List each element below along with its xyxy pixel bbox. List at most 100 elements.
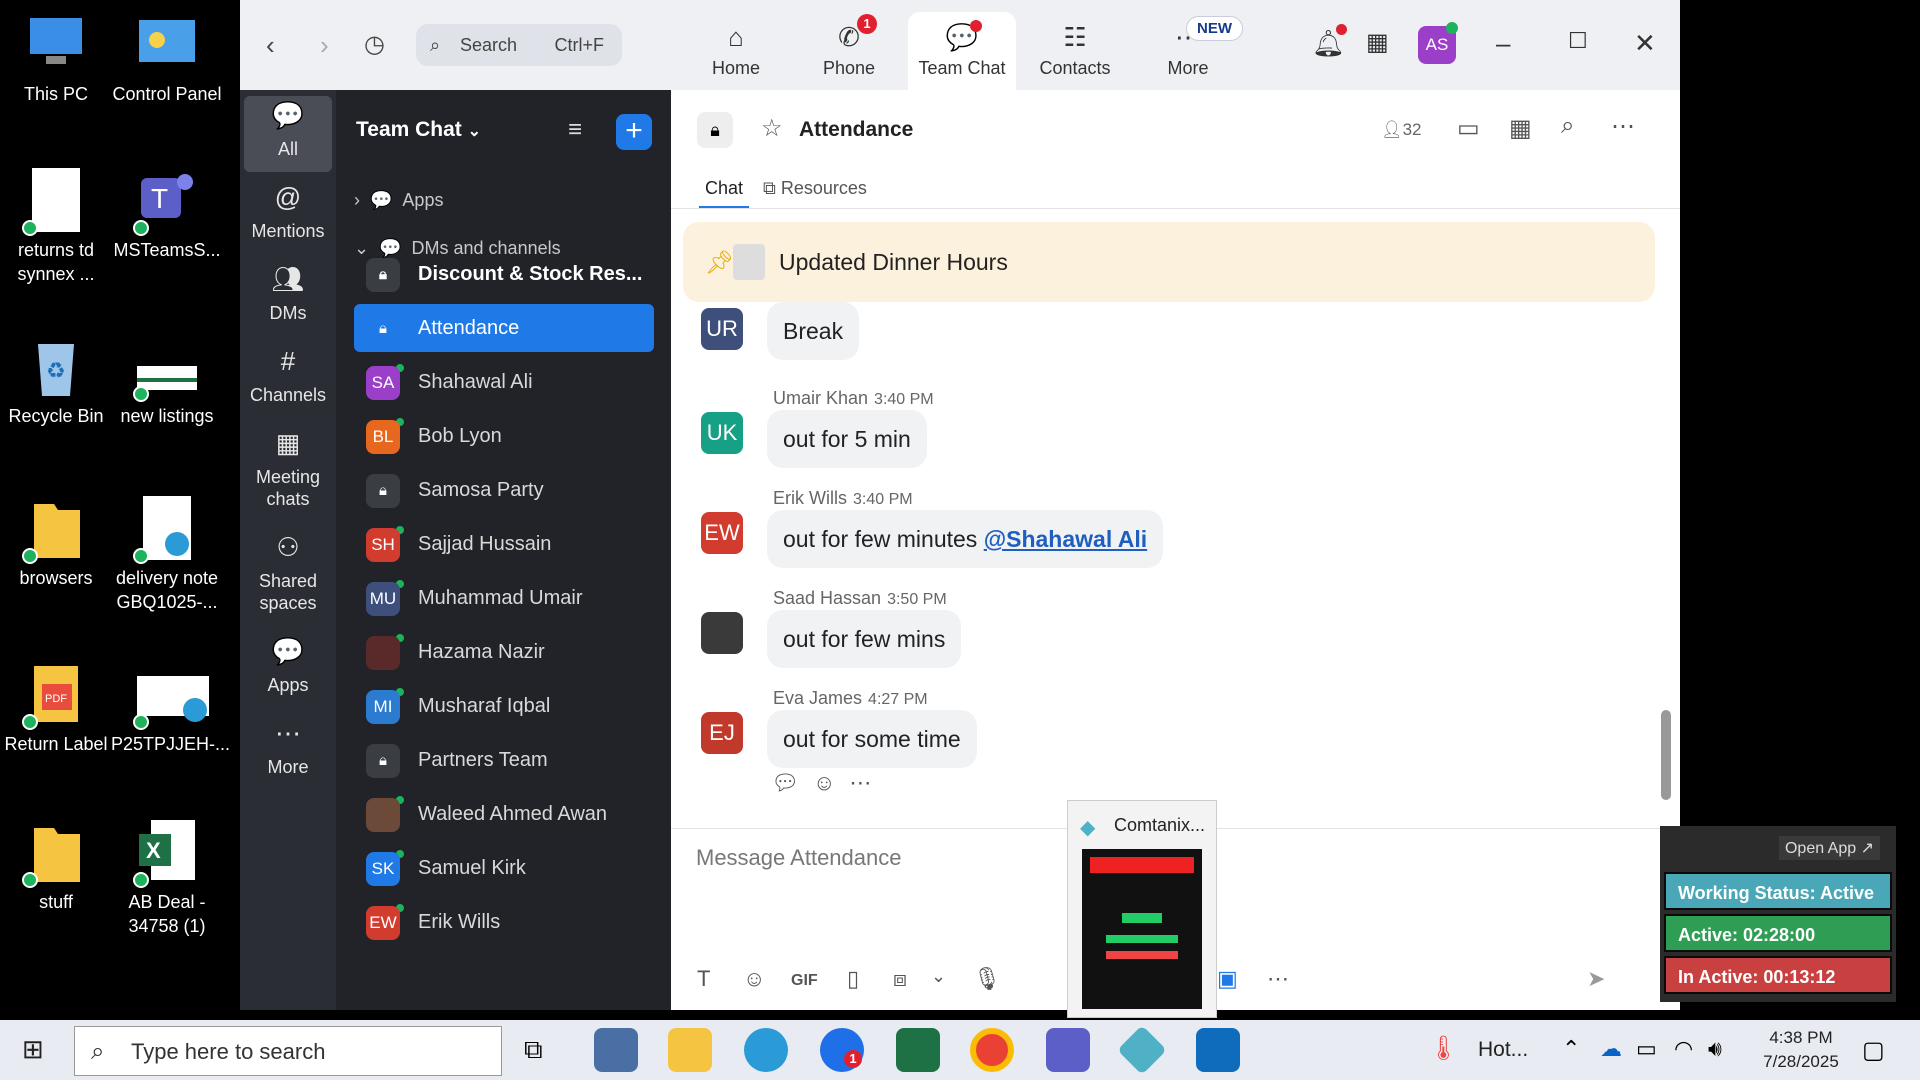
reply-icon[interactable]: 💬︎ xyxy=(771,770,813,795)
list-item[interactable]: SH Sajjad Hussain xyxy=(354,520,654,568)
excel-icon[interactable] xyxy=(896,1028,940,1072)
comtanix-icon[interactable] xyxy=(1117,1025,1167,1075)
new-chat-button[interactable]: + xyxy=(616,114,652,150)
message-bubble[interactable]: Break xyxy=(767,302,860,360)
wifi-icon[interactable]: ◠ xyxy=(1674,1036,1693,1062)
chevron-down-icon[interactable]: ⌄ xyxy=(931,966,946,987)
message-bubble[interactable]: out for some time xyxy=(767,710,977,768)
desktop-icon-delivery-note[interactable]: delivery note GBQ1025-... xyxy=(111,496,223,614)
desktop-icon-returns[interactable]: returns td synnex ... xyxy=(0,168,112,286)
calculator-icon[interactable] xyxy=(594,1028,638,1072)
desktop-icon-this-pc[interactable]: This PC xyxy=(0,12,112,106)
file-icon[interactable]: ▯ xyxy=(847,966,859,992)
pinned-message[interactable]: 📌︎ Updated Dinner Hours xyxy=(683,222,1655,302)
avatar[interactable]: UR xyxy=(701,308,743,350)
tab-resources[interactable]: ⧉ Resources xyxy=(763,178,867,199)
file-explorer-icon[interactable] xyxy=(668,1028,712,1072)
weather-text[interactable]: Hot... xyxy=(1478,1038,1528,1062)
star-icon[interactable]: ☆ xyxy=(761,114,783,143)
list-item[interactable]: 🔒︎ Partners Team xyxy=(354,736,654,784)
onedrive-icon[interactable]: ☁ xyxy=(1600,1036,1622,1062)
desktop-icon-return-label[interactable]: PDF Return Label xyxy=(0,662,112,756)
task-view-icon[interactable]: ⧉ xyxy=(524,1034,543,1066)
rail-item-apps[interactable]: 💬 Apps xyxy=(244,638,332,696)
rail-item-mentions[interactable]: @ Mentions xyxy=(244,184,332,242)
message-input[interactable]: Message Attendance xyxy=(696,845,901,871)
rail-item-channels[interactable]: # Channels xyxy=(244,348,332,406)
outlook-icon[interactable] xyxy=(1196,1028,1240,1072)
tab-phone[interactable]: ✆ Phone 1 xyxy=(795,12,903,90)
list-item[interactable]: 🔒︎ Samosa Party xyxy=(354,466,654,514)
emoji-icon[interactable]: ☺ xyxy=(813,770,849,795)
desktop-icon-msteams[interactable]: T MSTeamsS... xyxy=(111,168,223,262)
notification-center-icon[interactable]: ▢ xyxy=(1862,1036,1885,1065)
chrome-icon[interactable] xyxy=(970,1028,1014,1072)
rail-item-all[interactable]: 💬 All xyxy=(244,96,332,172)
tab-chat[interactable]: Chat xyxy=(698,178,750,209)
list-item[interactable]: SA Shahawal Ali xyxy=(354,358,654,406)
maximize-button[interactable]: ☐ xyxy=(1568,28,1588,54)
history-icon[interactable]: ◷ xyxy=(364,30,385,59)
rail-item-shared-spaces[interactable]: ⚇ Shared spaces xyxy=(244,534,332,614)
windows-start-icon[interactable]: ⊞ xyxy=(22,1034,44,1065)
emoji-icon[interactable]: ☺ xyxy=(743,966,765,992)
taskbar-preview[interactable]: ◆ Comtanix... xyxy=(1067,800,1217,1018)
tab-home[interactable]: ⌂ Home xyxy=(682,12,790,90)
list-item[interactable]: MI Musharaf Iqbal xyxy=(354,682,654,730)
message-bubble[interactable]: out for few minutes @Shahawal Ali xyxy=(767,510,1164,568)
mention-link[interactable]: @Shahawal Ali xyxy=(984,526,1147,552)
section-apps[interactable]: › 💬 Apps xyxy=(354,190,443,211)
mic-icon[interactable]: 🎙︎ xyxy=(973,966,1001,992)
rail-item-dms[interactable]: 👥︎ DMs xyxy=(244,266,332,324)
minimize-button[interactable]: – xyxy=(1496,28,1510,59)
desktop-icon-control-panel[interactable]: Control Panel xyxy=(111,12,223,106)
list-item[interactable]: EW Erik Wills xyxy=(354,898,654,946)
member-count[interactable]: 👤︎32 xyxy=(1381,120,1422,140)
desktop-icon-browsers[interactable]: browsers xyxy=(0,496,112,590)
desktop-icon-p25[interactable]: P25TPJJEH-... xyxy=(111,662,230,756)
back-button[interactable]: ‹ xyxy=(266,30,275,61)
list-item[interactable]: Waleed Ahmed Awan xyxy=(354,790,654,838)
list-item[interactable]: 🔒︎ Attendance xyxy=(354,304,654,352)
tab-team-chat[interactable]: 💬 Team Chat xyxy=(908,12,1016,90)
sidebar-title[interactable]: Team Chat ⌄ xyxy=(356,118,481,142)
avatar[interactable]: EJ xyxy=(701,712,743,754)
avatar[interactable] xyxy=(701,612,743,654)
list-item[interactable]: SK Samuel Kirk xyxy=(354,844,654,892)
clock[interactable]: 4:38 PM 7/28/2025 xyxy=(1746,1026,1856,1074)
chevron-up-icon[interactable]: ⌃ xyxy=(1562,1036,1580,1062)
edge-icon[interactable] xyxy=(744,1028,788,1072)
battery-icon[interactable]: ▭ xyxy=(1636,1036,1657,1062)
open-app-link[interactable]: Open App ↗ xyxy=(1778,836,1880,860)
more-options-icon[interactable]: ⋯ xyxy=(1611,112,1635,141)
calendar-icon[interactable]: ▦ xyxy=(1366,28,1389,57)
search-icon[interactable]: ⌕ xyxy=(1561,112,1574,140)
more-icon[interactable]: ⋯ xyxy=(849,770,885,795)
desktop-icon-stuff[interactable]: stuff xyxy=(0,820,112,914)
close-button[interactable]: ✕ xyxy=(1634,28,1656,59)
message-bubble[interactable]: out for 5 min xyxy=(767,410,927,468)
desktop-icon-ab-deal[interactable]: X AB Deal - 34758 (1) xyxy=(111,820,223,938)
tab-contacts[interactable]: ☷ Contacts xyxy=(1021,12,1129,90)
volume-icon[interactable]: 🔊︎ xyxy=(1708,1036,1722,1062)
rail-item-more[interactable]: ⋯ More xyxy=(244,720,332,778)
desktop-icon-new-listings[interactable]: new listings xyxy=(111,334,223,428)
scrollbar[interactable] xyxy=(1661,710,1671,800)
list-item[interactable]: MU Muhammad Umair xyxy=(354,574,654,622)
list-item[interactable]: Hazama Nazir xyxy=(354,628,654,676)
video-icon[interactable]: ▭ xyxy=(1457,114,1480,143)
forward-button[interactable]: › xyxy=(320,30,329,61)
rail-item-meeting-chats[interactable]: ▦ Meeting chats xyxy=(244,430,332,510)
screenshot-icon[interactable]: ⧈ xyxy=(893,966,907,992)
taskbar-search[interactable]: ⌕ Type here to search xyxy=(74,1026,502,1076)
text-format-icon[interactable]: T xyxy=(697,966,710,992)
calendar-icon[interactable]: ▦ xyxy=(1509,114,1532,143)
desktop-icon-recycle-bin[interactable]: ♻ Recycle Bin xyxy=(0,334,112,428)
avatar[interactable]: EW xyxy=(701,512,743,554)
list-item[interactable]: 🔒︎ Discount & Stock Res... xyxy=(354,250,654,298)
gif-icon[interactable]: GIF xyxy=(791,972,818,990)
avatar[interactable]: UK xyxy=(701,412,743,454)
send-icon[interactable]: ➤ xyxy=(1587,966,1605,992)
more-icon[interactable]: ⋯ xyxy=(1267,966,1289,992)
filter-icon[interactable]: ≡ xyxy=(568,116,582,144)
